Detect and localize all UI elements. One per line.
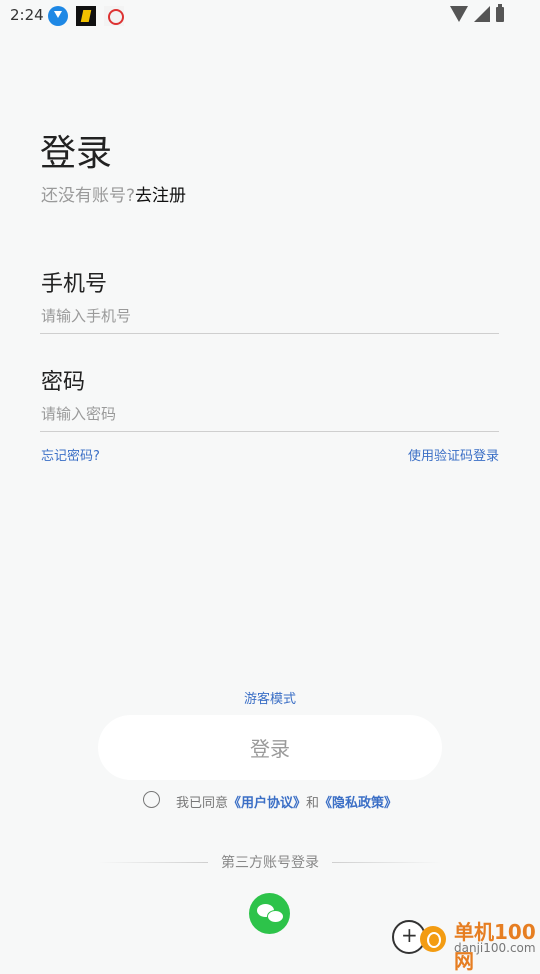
third-party-divider: 第三方账号登录	[0, 852, 540, 872]
wifi-icon	[450, 6, 468, 22]
password-input[interactable]	[40, 397, 499, 432]
divider-right	[332, 862, 442, 863]
watermark-logo-icon-2	[420, 926, 446, 952]
status-time: 2:24	[10, 6, 44, 24]
user-agreement-link[interactable]: 《用户协议》	[228, 796, 306, 811]
register-prompt: 还没有账号?	[41, 186, 136, 206]
status-right-icons	[450, 3, 504, 22]
signal-icon	[474, 6, 490, 22]
agree-prefix: 我已同意	[176, 796, 229, 811]
agree-checkbox[interactable]	[143, 791, 160, 808]
agree-and: 和	[306, 796, 320, 811]
status-bar: 2:24	[0, 0, 540, 32]
app-notification-icon	[76, 6, 96, 26]
wechat-login-button[interactable]	[249, 893, 290, 934]
phone-input[interactable]	[40, 299, 499, 334]
register-link[interactable]: 去注册	[135, 186, 186, 206]
guest-mode-link[interactable]: 游客模式	[0, 688, 540, 707]
wechat-icon-bubble	[267, 910, 284, 923]
register-line: 还没有账号?去注册	[41, 181, 186, 206]
third-party-label: 第三方账号登录	[221, 855, 319, 871]
forgot-password-link[interactable]: 忘记密码?	[41, 445, 100, 464]
phone-label: 手机号	[41, 272, 108, 297]
login-button[interactable]: 登录	[98, 715, 442, 780]
agreement-text: 我已同意《用户协议》和《隐私政策》	[176, 792, 397, 811]
password-label: 密码	[41, 370, 86, 395]
download-icon	[48, 6, 68, 26]
sms-login-link[interactable]: 使用验证码登录	[408, 445, 499, 464]
watermark: 单机100网 danji100.com	[390, 914, 540, 973]
app-notification-icon-2	[104, 6, 124, 26]
battery-icon	[496, 3, 504, 22]
privacy-policy-link[interactable]: 《隐私政策》	[319, 796, 397, 811]
watermark-url: danji100.com	[454, 941, 536, 955]
page-title: 登录	[40, 133, 113, 174]
